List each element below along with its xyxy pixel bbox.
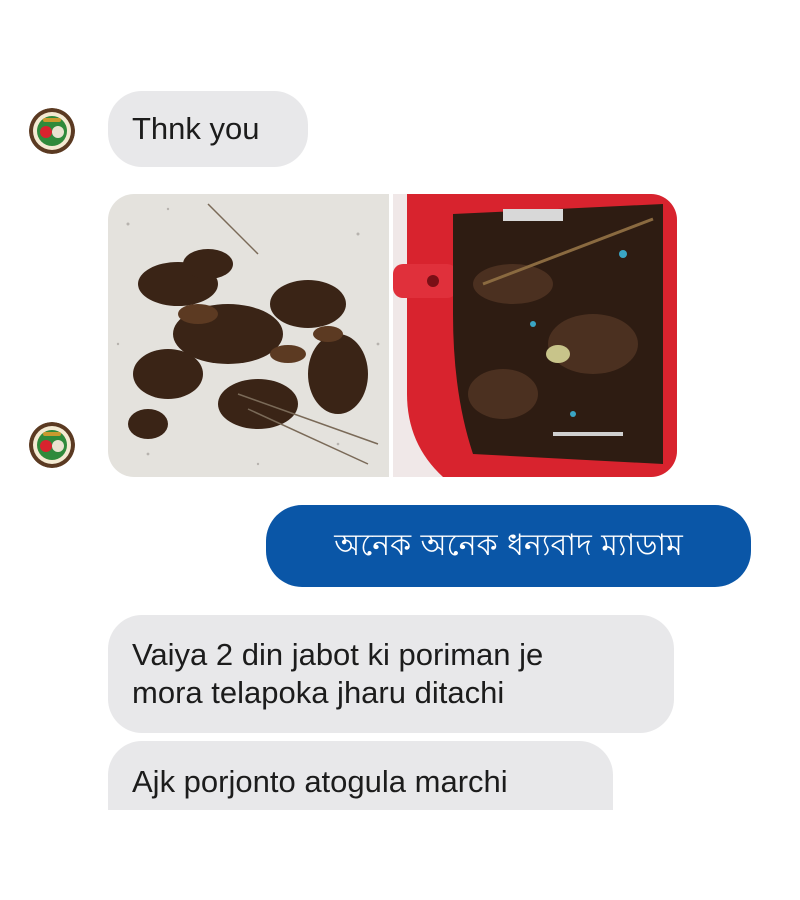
photo-dead-cockroaches-on-floor-icon (108, 194, 389, 477)
contact-profile-logo-icon (29, 422, 75, 468)
message-list-bottom-fade (0, 810, 800, 900)
photo-dead-cockroaches-in-red-dustpan-icon (393, 194, 677, 477)
contact-profile-logo-icon (29, 108, 75, 154)
contact-avatar[interactable] (29, 108, 75, 154)
message-photo-floor[interactable] (108, 194, 389, 477)
contact-avatar[interactable] (29, 422, 75, 468)
message-bubble-thank-you[interactable]: Thnk you (108, 91, 308, 167)
message-bubble-outgoing[interactable]: অনেক অনেক ধন্যবাদ ম্যাডাম (266, 505, 751, 587)
message-photo-dustpan[interactable] (393, 194, 677, 477)
message-bubble-report[interactable]: Vaiya 2 din jabot ki poriman je mora tel… (108, 615, 674, 733)
